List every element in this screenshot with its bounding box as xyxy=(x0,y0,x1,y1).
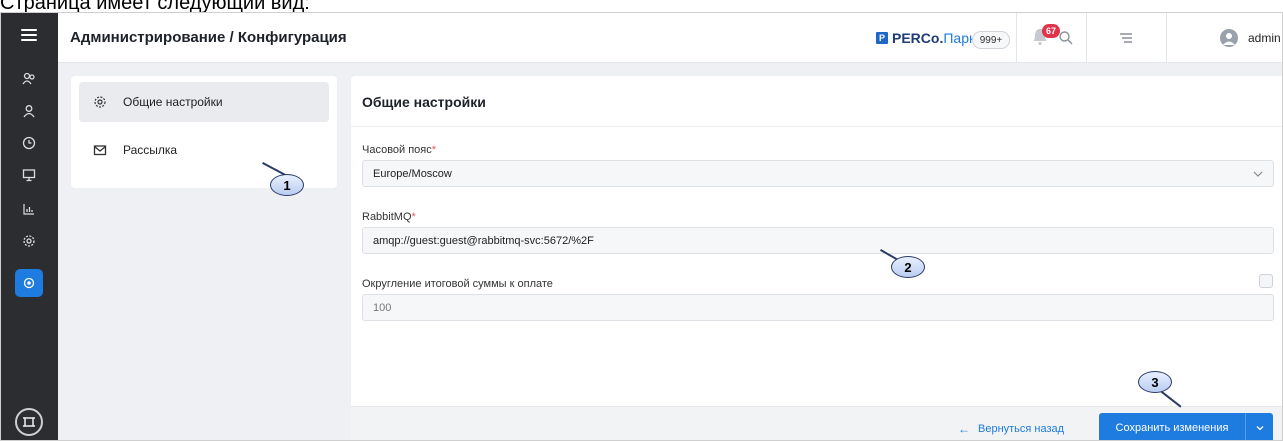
header-divider xyxy=(1166,13,1167,63)
username[interactable]: admin xyxy=(1248,31,1281,45)
config-eye-icon[interactable] xyxy=(15,269,43,297)
save-options-dropdown[interactable] xyxy=(1246,423,1273,433)
monitor-icon[interactable] xyxy=(15,161,43,189)
callout-3: 3 xyxy=(1138,371,1172,393)
rounding-input[interactable]: 100 xyxy=(362,294,1274,321)
timezone-value: Europe/Moscow xyxy=(373,167,452,180)
left-rail xyxy=(1,13,58,440)
rounding-checkbox[interactable] xyxy=(1259,274,1273,288)
divider xyxy=(351,126,1282,127)
menu-icon[interactable] xyxy=(21,29,37,41)
user-icon[interactable] xyxy=(15,97,43,125)
chevron-down-icon xyxy=(1253,171,1263,177)
save-label: Сохранить изменения xyxy=(1115,422,1229,434)
menu-item-general[interactable]: Общие настройки xyxy=(79,82,329,122)
menu-item-mailing[interactable]: Рассылка xyxy=(79,130,329,170)
history-icon[interactable] xyxy=(15,129,43,157)
brand-name: PERCo. xyxy=(892,30,944,46)
timezone-select[interactable]: Europe/Moscow xyxy=(362,160,1274,187)
app-window: Администрирование / Конфигурация P PERCo… xyxy=(0,12,1283,441)
header-divider xyxy=(1086,13,1087,63)
top-header: Администрирование / Конфигурация P PERCo… xyxy=(58,13,1282,63)
page-title: Администрирование / Конфигурация xyxy=(70,29,347,46)
rounding-label: Округление итоговой суммы к оплате xyxy=(362,278,553,290)
form-footer: ← Вернуться назад Сохранить изменения xyxy=(351,406,1282,440)
mail-icon xyxy=(93,145,107,156)
callout-2: 2 xyxy=(891,256,925,278)
section-title: Общие настройки xyxy=(362,94,486,110)
settings-icon[interactable] xyxy=(15,227,43,255)
app-logo-icon[interactable] xyxy=(15,408,43,436)
timezone-label: Часовой пояс* xyxy=(362,144,437,156)
chart-icon[interactable] xyxy=(15,195,43,223)
people-icon[interactable] xyxy=(15,65,43,93)
gear-icon xyxy=(94,96,106,108)
rabbitmq-value: amqp://guest:guest@rabbitmq-svc:5672/%2F xyxy=(373,234,594,247)
brand-mark-icon: P xyxy=(876,32,888,44)
back-label: Вернуться назад xyxy=(978,423,1065,435)
count-badge[interactable]: 999+ xyxy=(972,31,1010,49)
sort-lines-icon[interactable] xyxy=(1119,32,1133,44)
chevron-down-icon xyxy=(1256,426,1263,431)
arrow-left-icon: ← xyxy=(958,422,970,436)
rabbitmq-label: RabbitMQ* xyxy=(362,211,416,223)
header-divider xyxy=(1016,13,1017,63)
callout-1: 1 xyxy=(270,174,304,196)
menu-item-label: Общие настройки xyxy=(123,95,223,109)
search-icon[interactable] xyxy=(1058,30,1074,46)
menu-item-label: Рассылка xyxy=(123,143,178,157)
document-caption: Страница имеет следующий вид: xyxy=(0,0,310,14)
save-button[interactable]: Сохранить изменения xyxy=(1099,413,1273,440)
rabbitmq-input[interactable]: amqp://guest:guest@rabbitmq-svc:5672/%2F xyxy=(362,227,1274,254)
avatar[interactable] xyxy=(1220,29,1238,47)
back-button[interactable]: ← Вернуться назад xyxy=(958,422,1064,436)
settings-menu: Общие настройки Рассылка xyxy=(71,76,337,188)
rounding-value: 100 xyxy=(373,301,392,314)
